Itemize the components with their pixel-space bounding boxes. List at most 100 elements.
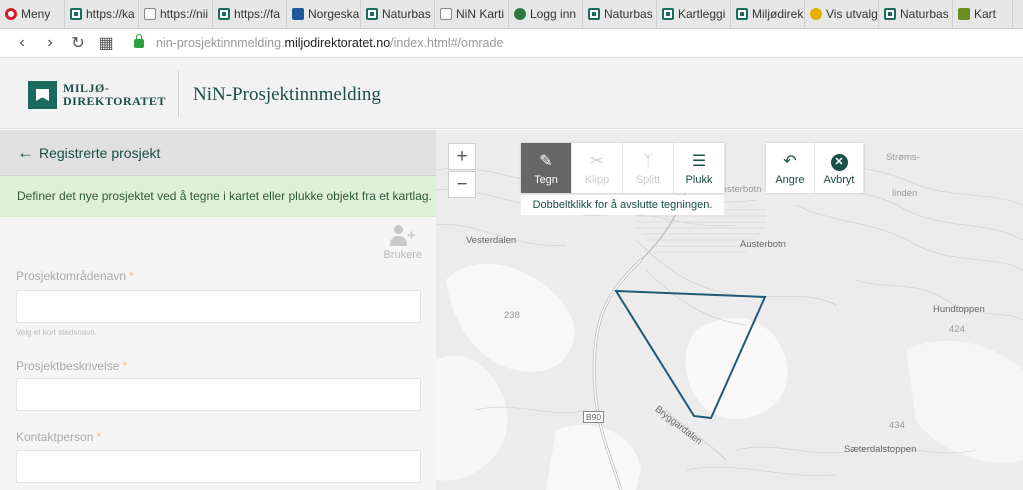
browser-tab[interactable]: Norgeska <box>287 0 361 29</box>
undo-button[interactable]: ↶ Angre <box>766 143 815 193</box>
green-favicon <box>736 8 748 20</box>
project-area-name-input[interactable] <box>16 290 421 323</box>
green-favicon <box>588 8 600 20</box>
app-title: NiN-Prosjektinnmelding <box>193 84 381 105</box>
map-label-b90: B90 <box>583 411 605 423</box>
map-label-linden: linden <box>892 188 918 199</box>
globe-favicon <box>514 8 526 20</box>
field-label-contact-person: Kontaktperson * <box>16 430 102 444</box>
map-label-vesterdalen: Vesterdalen <box>466 235 517 246</box>
browser-tab[interactable]: Miljødirek <box>731 0 805 29</box>
zoom-out-button[interactable]: − <box>448 171 476 198</box>
split-tool-button[interactable]: ᛉ Splitt <box>623 143 674 193</box>
logo-line-2: DIREKTORATET <box>63 94 166 108</box>
green-favicon <box>70 8 82 20</box>
browser-tab[interactable]: NiN Karti <box>435 0 509 29</box>
browser-tab-label: Naturbas <box>604 7 653 21</box>
field-help-project-area-name: Velg et kort stedsnavn. <box>16 328 97 337</box>
pick-tool-button[interactable]: ☰ Plukk <box>674 143 725 193</box>
layers-icon: ☰ <box>691 153 707 170</box>
browser-tab-label: Kartleggi <box>678 7 726 21</box>
browser-tab-label: https://ka <box>86 7 135 21</box>
split-icon: ᛉ <box>643 153 653 170</box>
project-description-input[interactable] <box>16 378 421 411</box>
browser-tab[interactable]: https://fa <box>213 0 287 29</box>
field-label-project-area-name: Prosjektområdenavn * <box>16 269 134 283</box>
back-nav-icon[interactable]: ‹ <box>8 34 36 52</box>
secure-lock-icon <box>134 33 144 48</box>
action-toolbar: ↶ Angre ✕ Avbryt <box>766 143 864 193</box>
kart-favicon <box>958 8 970 20</box>
green-favicon <box>366 8 378 20</box>
vis-favicon <box>810 8 822 20</box>
doc-favicon <box>440 8 452 20</box>
field-label-project-description: Prosjektbeskrivelse * <box>16 359 128 373</box>
browser-tab[interactable]: Naturbas <box>583 0 657 29</box>
map-label-424: 424 <box>949 324 965 335</box>
map-label-434: 434 <box>889 420 905 431</box>
browser-tab[interactable]: Logg inn <box>509 0 583 29</box>
browser-tab[interactable]: Kartleggi <box>657 0 731 29</box>
cancel-icon: ✕ <box>830 154 848 171</box>
browser-tab[interactable]: Naturbas <box>879 0 953 29</box>
logo-mark-icon <box>28 81 57 109</box>
contact-person-input[interactable] <box>16 450 421 483</box>
address-bar: ‹ › ↻ ▦ nin-prosjektinnmelding.miljodire… <box>0 29 1023 58</box>
forward-nav-icon[interactable]: › <box>36 34 64 52</box>
map-label-238: 238 <box>504 310 520 321</box>
map-label-stroms: Strøms- <box>886 152 920 163</box>
logo-text: MILJØ- DIREKTORATET <box>63 82 166 108</box>
draw-toolbar: ✎ Tegn ✂ Klipp ᛉ Splitt ☰ Plukk <box>521 143 725 193</box>
back-to-projects-link[interactable]: ← Registrerte prosjekt <box>0 130 436 176</box>
browser-tab[interactable]: Kart <box>953 0 1013 29</box>
users-button[interactable]: + Brukere <box>383 225 422 261</box>
browser-tab-label: Naturbas <box>900 7 949 21</box>
clip-tool-button[interactable]: ✂ Klipp <box>572 143 623 193</box>
browser-tab-label: Norgeska <box>308 7 360 21</box>
draw-hint: Dobbeltklikk for å avslutte tegningen. <box>521 195 724 215</box>
reload-icon[interactable]: ↻ <box>64 33 92 53</box>
scissors-icon: ✂ <box>590 153 604 170</box>
browser-tab[interactable]: Meny <box>0 0 65 29</box>
browser-tab-label: Kart <box>974 7 997 21</box>
map-label-hundtoppen: Hundtoppen <box>933 304 985 315</box>
green-favicon <box>662 8 674 20</box>
norgeskart-favicon <box>292 8 304 20</box>
browser-tab-bar: Meny https://ka https://nii https://fa Norge… <box>0 0 1023 29</box>
browser-tab-label: https://fa <box>234 7 281 21</box>
browser-tab[interactable]: Vis utvalg <box>805 0 879 29</box>
map-label-austerbotn: Austerbotn <box>740 239 786 250</box>
project-panel: ← Registrerte prosjekt Definer det nye p… <box>0 130 436 490</box>
info-alert: Definer det nye prosjektet ved å tegne i… <box>0 176 436 217</box>
browser-tab-label: Naturbas <box>382 7 431 21</box>
map-view[interactable]: Strøms- linden Vesterbotn Vesterdalen Au… <box>436 130 1023 490</box>
back-label: Registrerte prosjekt <box>39 144 161 161</box>
browser-tab[interactable]: https://nii <box>139 0 213 29</box>
browser-tab-label: Logg inn <box>530 7 577 21</box>
zoom-in-button[interactable]: + <box>448 143 476 170</box>
arrow-left-icon: ← <box>17 142 34 162</box>
browser-tab[interactable]: Naturbas <box>361 0 435 29</box>
miljodirektoratet-logo[interactable]: MILJØ- DIREKTORATET <box>28 81 166 109</box>
speed-dial-icon[interactable]: ▦ <box>92 33 120 53</box>
app-header: MILJØ- DIREKTORATET NiN-Prosjektinnmeldi… <box>0 58 1023 129</box>
doc-favicon <box>144 8 156 20</box>
browser-tab-label: Meny <box>21 7 51 21</box>
browser-tab-label: Miljødirek <box>752 7 804 21</box>
map-label-saeterdalstoppen: Sæterdalstoppen <box>844 444 917 455</box>
draw-tool-button[interactable]: ✎ Tegn <box>521 143 572 193</box>
opera-icon <box>5 8 17 20</box>
header-divider <box>178 71 179 117</box>
cancel-button[interactable]: ✕ Avbryt <box>815 143 864 193</box>
green-favicon <box>884 8 896 20</box>
add-user-icon: + <box>389 225 416 247</box>
browser-tab[interactable]: https://ka <box>65 0 139 29</box>
browser-tab-label: NiN Karti <box>456 7 505 21</box>
users-label: Brukere <box>383 249 422 261</box>
browser-tab-label: https://nii <box>160 7 209 21</box>
url-field[interactable]: nin-prosjektinnmelding.miljodirektoratet… <box>156 36 503 50</box>
undo-icon: ↶ <box>783 153 797 170</box>
browser-tab-label: Vis utvalg <box>826 7 878 21</box>
pencil-icon: ✎ <box>539 153 553 170</box>
green-favicon <box>218 8 230 20</box>
